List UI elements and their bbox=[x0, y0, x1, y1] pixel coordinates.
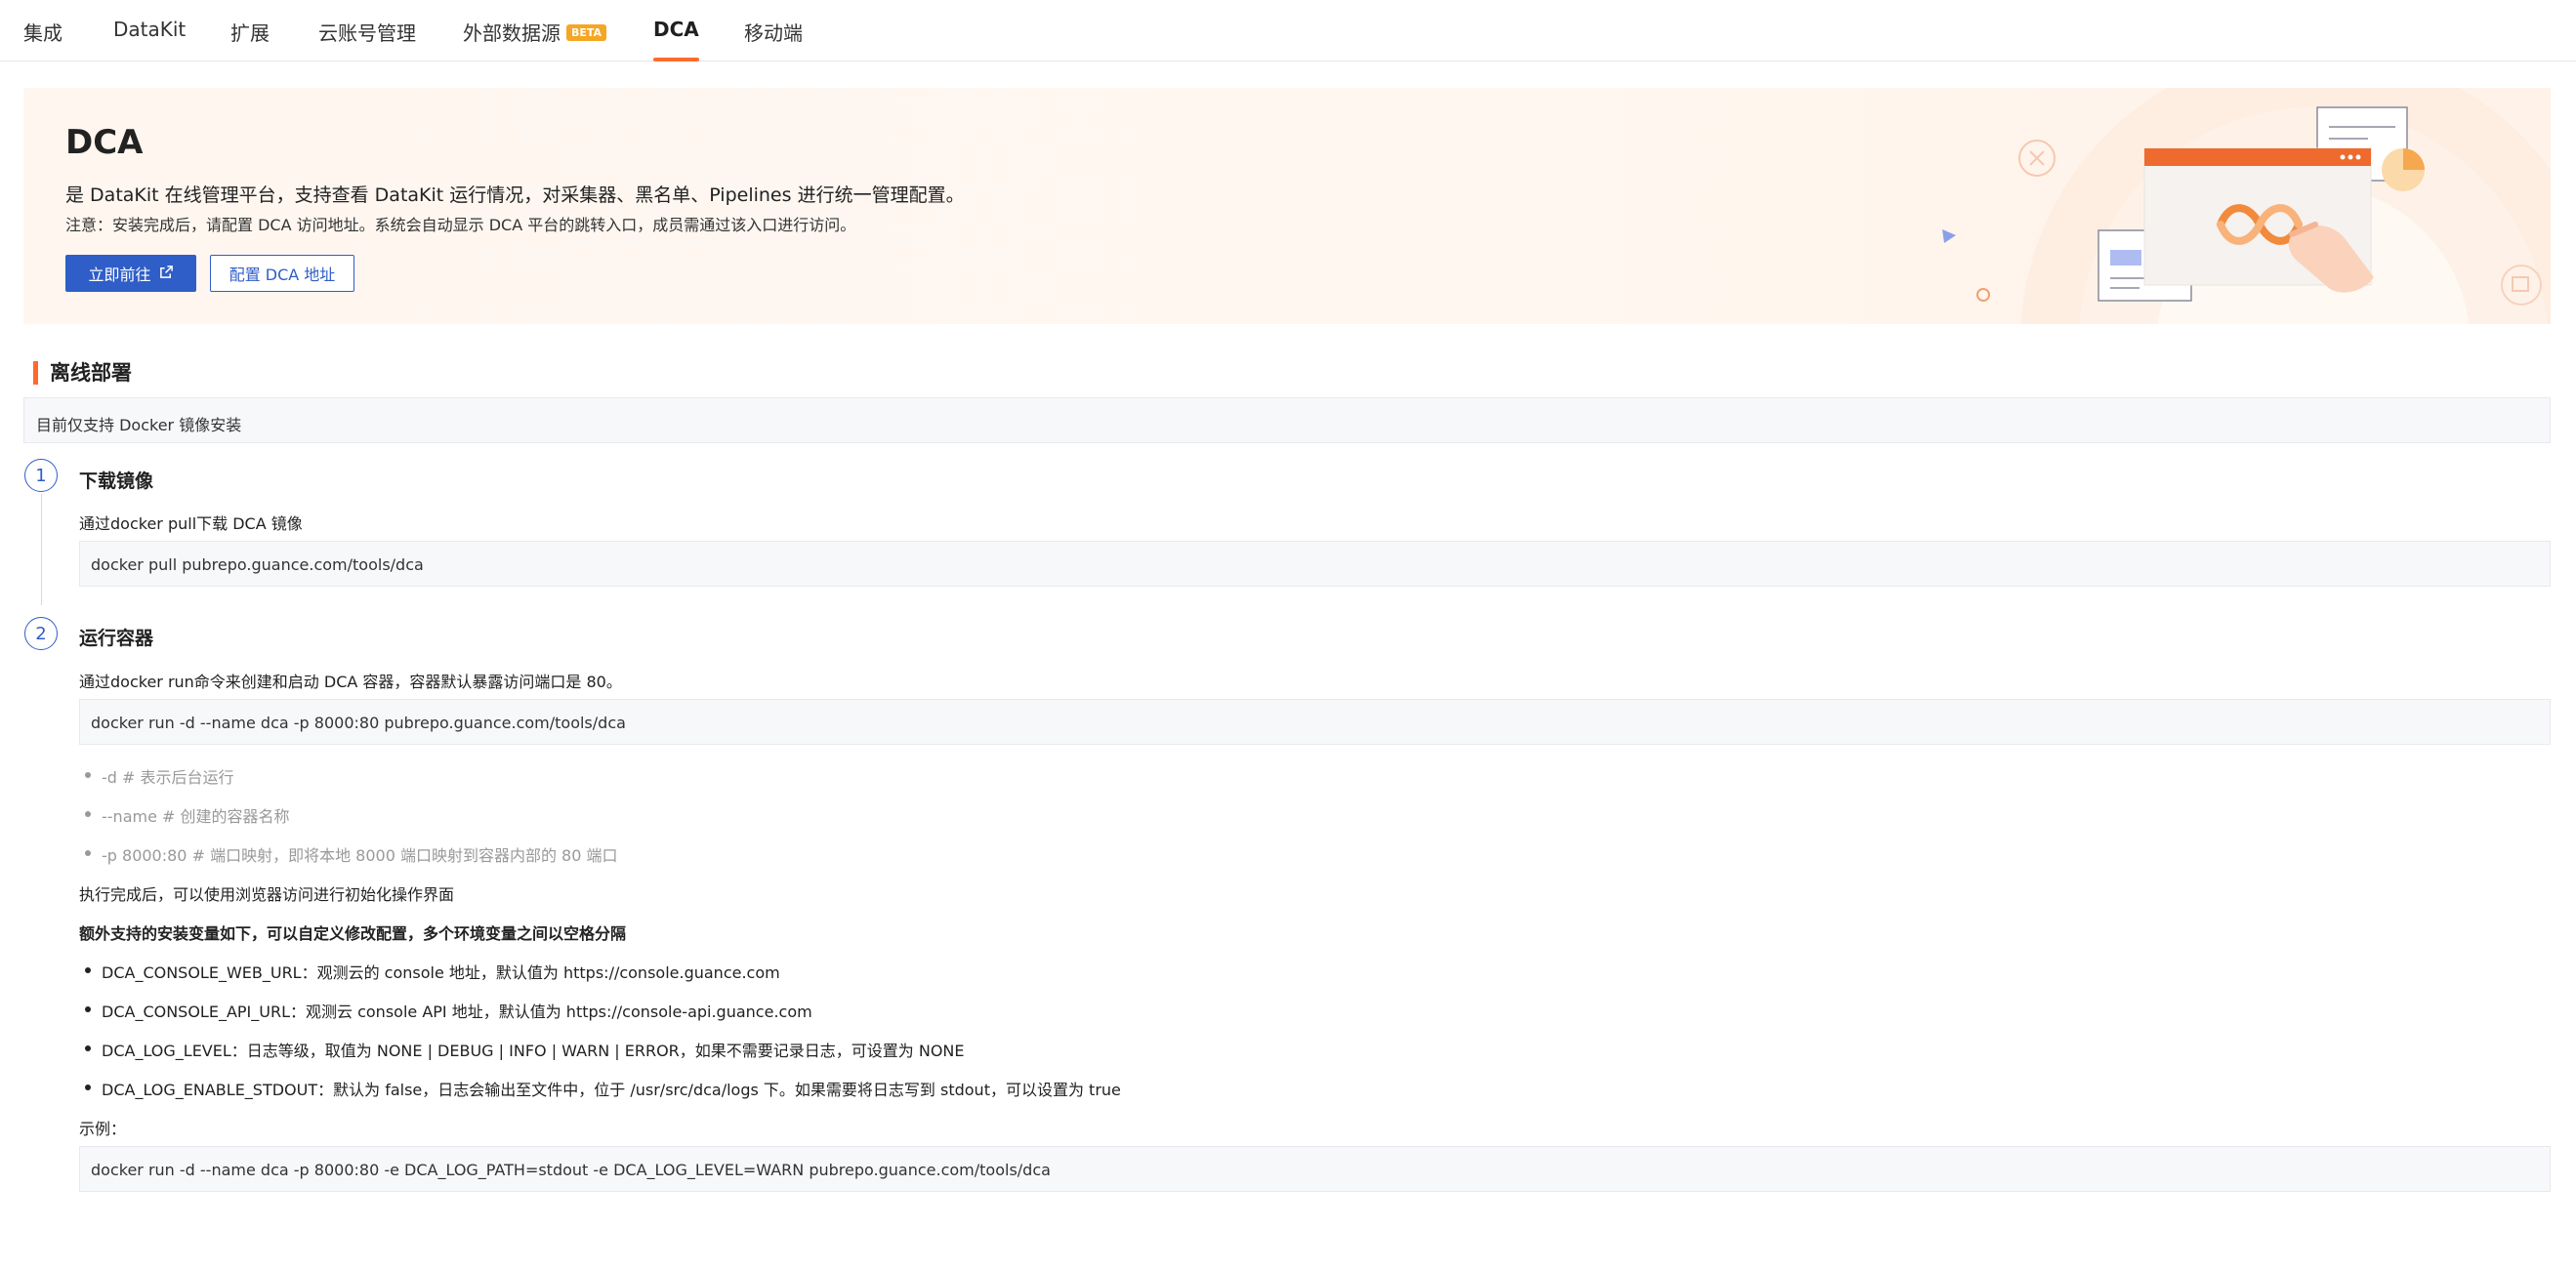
tab-integration[interactable]: 集成 bbox=[23, 18, 62, 61]
option-item: --name # 创建的容器名称 bbox=[85, 803, 290, 827]
banner-description: 是 DataKit 在线管理平台，支持查看 DataKit 运行情况，对采集器、… bbox=[65, 184, 965, 206]
step-2-indicator: 2 bbox=[24, 617, 58, 650]
tab-label: 扩展 bbox=[230, 21, 270, 45]
env-var-item: DCA_CONSOLE_WEB_URL：观测云的 console 地址，默认值为… bbox=[85, 960, 780, 983]
tab-mobile[interactable]: 移动端 bbox=[744, 18, 803, 61]
after-run-text: 执行完成后，可以使用浏览器访问进行初始化操作界面 bbox=[79, 885, 455, 904]
banner-illustration bbox=[1903, 88, 2551, 324]
tab-label: 云账号管理 bbox=[318, 21, 416, 45]
info-box: 目前仅支持 Docker 镜像安装 bbox=[23, 397, 2551, 443]
tab-dca[interactable]: DCA bbox=[653, 18, 699, 61]
code-text: docker run -d --name dca -p 8000:80 pubr… bbox=[91, 714, 626, 732]
docker-pull-code[interactable]: docker pull pubrepo.guance.com/tools/dca bbox=[79, 541, 2551, 587]
banner-title: DCA bbox=[65, 123, 144, 162]
tab-extension[interactable]: 扩展 bbox=[230, 18, 270, 61]
step-2-title: 运行容器 bbox=[79, 628, 154, 649]
code-text: docker pull pubrepo.guance.com/tools/dca bbox=[91, 555, 424, 574]
env-var-item: DCA_CONSOLE_API_URL：观测云 console API 地址，默… bbox=[85, 999, 812, 1022]
top-tabs: 集成 DataKit 扩展 云账号管理 外部数据源 BETA DCA 移动端 bbox=[0, 0, 2576, 61]
step-1-indicator: 1 bbox=[24, 459, 58, 492]
tab-label: DataKit bbox=[113, 18, 187, 41]
env-var-item: DCA_LOG_LEVEL：日志等级，取值为 NONE | DEBUG | IN… bbox=[85, 1038, 965, 1061]
env-var-item: DCA_LOG_ENABLE_STDOUT：默认为 false，日志会输出至文件… bbox=[85, 1077, 1121, 1100]
env-vars-title: 额外支持的安装变量如下，可以自定义修改配置，多个环境变量之间以空格分隔 bbox=[79, 924, 627, 943]
step-connector bbox=[41, 494, 42, 605]
info-text: 目前仅支持 Docker 镜像安装 bbox=[36, 416, 242, 434]
step-1-desc: 通过docker pull下载 DCA 镜像 bbox=[79, 514, 303, 533]
banner-note: 注意：安装完成后，请配置 DCA 访问地址。系统会自动显示 DCA 平台的跳转入… bbox=[65, 216, 856, 234]
option-item: -d # 表示后台运行 bbox=[85, 764, 234, 788]
tab-label: 移动端 bbox=[744, 21, 803, 45]
step-2-desc: 通过docker run命令来创建和启动 DCA 容器，容器默认暴露访问端口是 … bbox=[79, 673, 622, 691]
example-code[interactable]: docker run -d --name dca -p 8000:80 -e D… bbox=[79, 1146, 2551, 1192]
go-now-label: 立即前往 bbox=[88, 266, 151, 284]
dca-banner: DCA 是 DataKit 在线管理平台，支持查看 DataKit 运行情况，对… bbox=[23, 88, 2551, 324]
docker-run-code[interactable]: docker run -d --name dca -p 8000:80 pubr… bbox=[79, 699, 2551, 745]
external-link-icon bbox=[159, 265, 174, 283]
example-label: 示例： bbox=[79, 1120, 127, 1138]
tab-datakit[interactable]: DataKit bbox=[113, 18, 186, 61]
config-dca-label: 配置 DCA 地址 bbox=[229, 266, 336, 284]
offline-deploy-title: 离线部署 bbox=[33, 361, 132, 385]
tab-label: 集成 bbox=[23, 21, 62, 45]
go-now-button[interactable]: 立即前往 bbox=[65, 255, 196, 292]
code-text: docker run -d --name dca -p 8000:80 -e D… bbox=[91, 1161, 1051, 1179]
tab-cloud-account[interactable]: 云账号管理 bbox=[318, 18, 416, 61]
beta-badge: BETA bbox=[566, 24, 607, 41]
tab-label: DCA bbox=[653, 18, 699, 41]
config-dca-address-button[interactable]: 配置 DCA 地址 bbox=[210, 255, 354, 292]
tab-external-datasource[interactable]: 外部数据源 BETA bbox=[463, 18, 607, 61]
option-item: -p 8000:80 # 端口映射，即将本地 8000 端口映射到容器内部的 8… bbox=[85, 842, 618, 866]
step-1-title: 下载镜像 bbox=[79, 471, 154, 492]
tab-label: 外部数据源 bbox=[463, 21, 561, 45]
